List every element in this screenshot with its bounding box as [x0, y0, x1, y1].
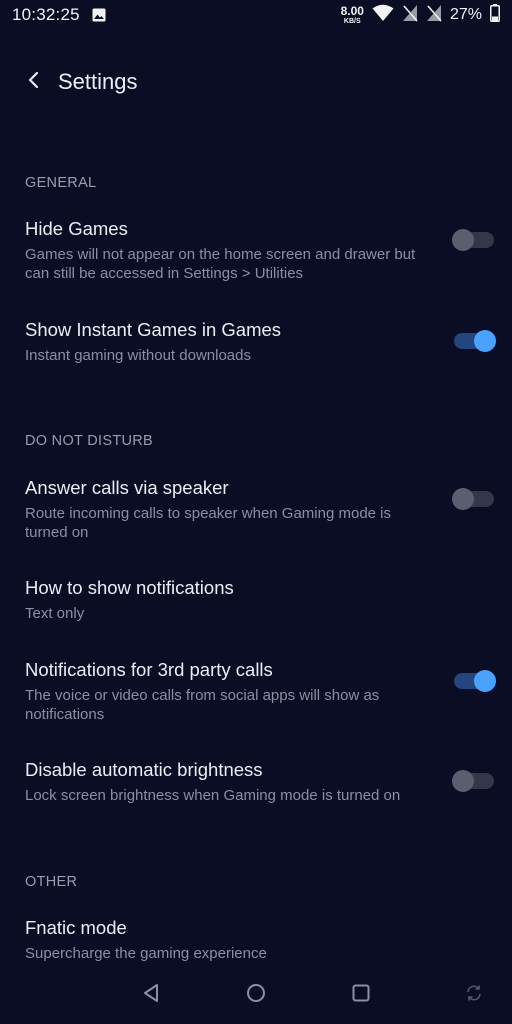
setting-third-party-calls[interactable]: Notifications for 3rd party calls The vo…: [0, 659, 512, 725]
setting-title: How to show notifications: [25, 577, 234, 598]
setting-disable-auto-brightness[interactable]: Disable automatic brightness Lock screen…: [0, 759, 512, 809]
section-header-do-not-disturb: DO NOT DISTURB: [25, 433, 153, 449]
setting-answer-calls-speaker[interactable]: Answer calls via speaker Route incoming …: [0, 477, 512, 543]
back-triangle-icon: [142, 983, 162, 1008]
battery-icon: [490, 3, 500, 27]
setting-description: Text only: [25, 605, 85, 622]
home-circle-icon: [246, 983, 266, 1008]
nav-recents-button[interactable]: [348, 982, 374, 1008]
battery-percent: 27%: [449, 6, 482, 23]
setting-title: Fnatic mode: [25, 917, 127, 938]
setting-instant-games[interactable]: Show Instant Games in Games Instant gami…: [0, 319, 512, 369]
status-time: 10:32:25: [12, 5, 80, 24]
hide-games-toggle[interactable]: [452, 229, 496, 251]
no-sim-icon: [426, 4, 442, 27]
wifi-icon: [372, 4, 394, 27]
setting-fnatic-mode[interactable]: Fnatic mode Supercharge the gaming exper…: [0, 917, 512, 965]
setting-title: Notifications for 3rd party calls: [25, 659, 273, 680]
instant-games-toggle[interactable]: [452, 330, 496, 352]
answer-calls-toggle[interactable]: [452, 488, 496, 510]
network-speed: 8.00 KB/S: [341, 5, 364, 25]
setting-description: Supercharge the gaming experience: [25, 945, 267, 962]
section-header-general: GENERAL: [25, 175, 97, 191]
page-title: Settings: [58, 69, 138, 94]
network-speed-value: 8.00: [340, 4, 364, 18]
image-icon: [92, 8, 106, 27]
setting-title: Answer calls via speaker: [25, 477, 229, 498]
no-sim-icon: [402, 4, 418, 27]
status-icons: 8.00 KB/S 27%: [341, 3, 500, 27]
navigation-bar: [0, 972, 512, 1018]
third-party-calls-toggle[interactable]: [452, 670, 496, 692]
nav-rotate-button[interactable]: [461, 982, 487, 1008]
chevron-left-icon: [27, 70, 41, 95]
setting-how-to-show-notifications[interactable]: How to show notifications Text only: [0, 577, 512, 625]
setting-description: The voice or video calls from social app…: [25, 687, 380, 723]
auto-brightness-toggle[interactable]: [452, 770, 496, 792]
app-bar: Settings: [0, 56, 512, 108]
nav-back-button[interactable]: [139, 982, 165, 1008]
setting-title: Show Instant Games in Games: [25, 319, 282, 340]
setting-description: Route incoming calls to speaker when Gam…: [25, 505, 392, 541]
status-bar: 10:32:25 8.00 KB/S 27%: [0, 0, 512, 30]
nav-home-button[interactable]: [243, 982, 269, 1008]
setting-title: Disable automatic brightness: [25, 759, 263, 780]
setting-description: Lock screen brightness when Gaming mode …: [25, 787, 401, 804]
setting-description: Games will not appear on the home screen…: [25, 246, 416, 282]
section-header-other: OTHER: [25, 874, 78, 890]
setting-description: Instant gaming without downloads: [25, 347, 251, 364]
back-button[interactable]: [20, 68, 48, 96]
network-speed-unit: KB/S: [343, 18, 361, 25]
rotate-icon: [465, 984, 483, 1007]
setting-hide-games[interactable]: Hide Games Games will not appear on the …: [0, 218, 512, 288]
recents-square-icon: [351, 983, 371, 1008]
setting-title: Hide Games: [25, 218, 128, 239]
